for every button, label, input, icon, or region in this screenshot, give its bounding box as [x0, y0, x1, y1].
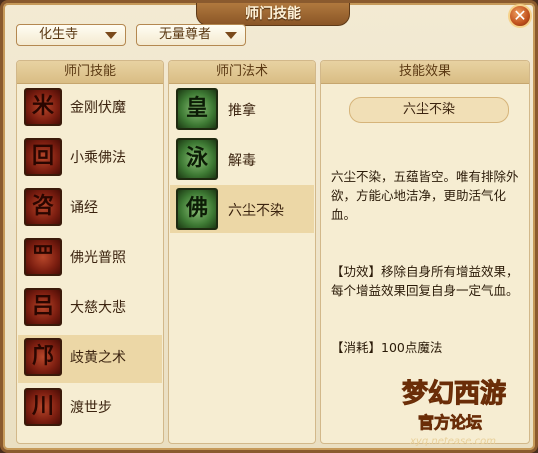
method-icon: 泳 [176, 138, 218, 180]
skill-item[interactable]: 川 渡世步 [18, 385, 162, 433]
method-item-selected[interactable]: 佛 六尘不染 [170, 185, 314, 233]
skill-label: 歧黄之术 [70, 350, 126, 366]
method-icon: 佛 [176, 188, 218, 230]
method-icon: 皇 [176, 88, 218, 130]
method-item[interactable]: 泳 解毒 [170, 135, 314, 185]
rank-dropdown-value: 无量尊者 [159, 27, 212, 42]
skill-icon: 回 [24, 138, 62, 176]
skill-label: 大慈大悲 [70, 300, 126, 316]
methods-panel: 师门法术 皇 推拿 泳 解毒 佛 六尘不染 [168, 60, 316, 444]
method-label: 推拿 [228, 103, 256, 119]
skill-icon: 邝 [24, 338, 62, 376]
skill-icon: 吕 [24, 288, 62, 326]
logo-url-text: xyq.netease.com [409, 436, 496, 447]
effect-title: 六尘不染 [349, 97, 509, 123]
skills-panel-header: 师门技能 [17, 61, 163, 84]
effect-cost-text: 【消耗】100点魔法 [331, 340, 443, 355]
method-label: 解毒 [228, 153, 256, 169]
skill-icon: 罒 [24, 238, 62, 276]
rank-dropdown[interactable]: 无量尊者 [136, 24, 246, 46]
effect-panel-header: 技能效果 [321, 61, 529, 84]
skill-item-selected[interactable]: 邝 歧黄之术 [18, 335, 162, 383]
chevron-down-icon [225, 32, 237, 39]
logo-main-text: 梦幻西游 [402, 379, 506, 409]
skill-label: 金刚伏魔 [70, 100, 126, 116]
effect-effect-text: 【功效】移除自身所有增益效果，每个增益效果回复自身一定气血。 [331, 264, 519, 298]
window-title: 师门技能 [196, 3, 350, 26]
skill-icon: 米 [24, 88, 62, 126]
skills-panel: 师门技能 米 金刚伏魔 回 小乘佛法 咨 诵经 罒 佛光普照 吕 大慈大悲 邝 … [16, 60, 164, 444]
skill-label: 佛光普照 [70, 250, 126, 266]
method-label: 六尘不染 [228, 203, 284, 219]
logo-sub-text: 官方论坛 [418, 413, 482, 432]
effect-description: 六尘不染，五蕴皆空。唯有排除外欲，方能心地洁净，更助活气化血。 【功效】移除自身… [331, 129, 524, 395]
chevron-down-icon [105, 32, 117, 39]
effect-description-text: 六尘不染，五蕴皆空。唯有排除外欲，方能心地洁净，更助活气化血。 [331, 169, 519, 222]
close-button[interactable]: ✕ [508, 4, 532, 28]
skill-item[interactable]: 吕 大慈大悲 [18, 285, 162, 333]
skill-item[interactable]: 米 金刚伏魔 [18, 85, 162, 133]
skill-label: 渡世步 [70, 400, 112, 416]
skill-item[interactable]: 回 小乘佛法 [18, 135, 162, 183]
close-icon: ✕ [513, 6, 527, 25]
skill-label: 小乘佛法 [70, 150, 126, 166]
method-item[interactable]: 皇 推拿 [170, 85, 314, 135]
skill-icon: 咨 [24, 188, 62, 226]
sect-dropdown-value: 化生寺 [39, 27, 79, 42]
skill-label: 诵经 [70, 200, 98, 216]
skill-item[interactable]: 咨 诵经 [18, 185, 162, 233]
sect-dropdown[interactable]: 化生寺 [16, 24, 126, 46]
skill-item[interactable]: 罒 佛光普照 [18, 235, 162, 283]
forum-logo: 梦幻西游 官方论坛 xyq.netease.com [402, 379, 507, 448]
skill-icon: 川 [24, 388, 62, 426]
methods-panel-header: 师门法术 [169, 61, 315, 84]
